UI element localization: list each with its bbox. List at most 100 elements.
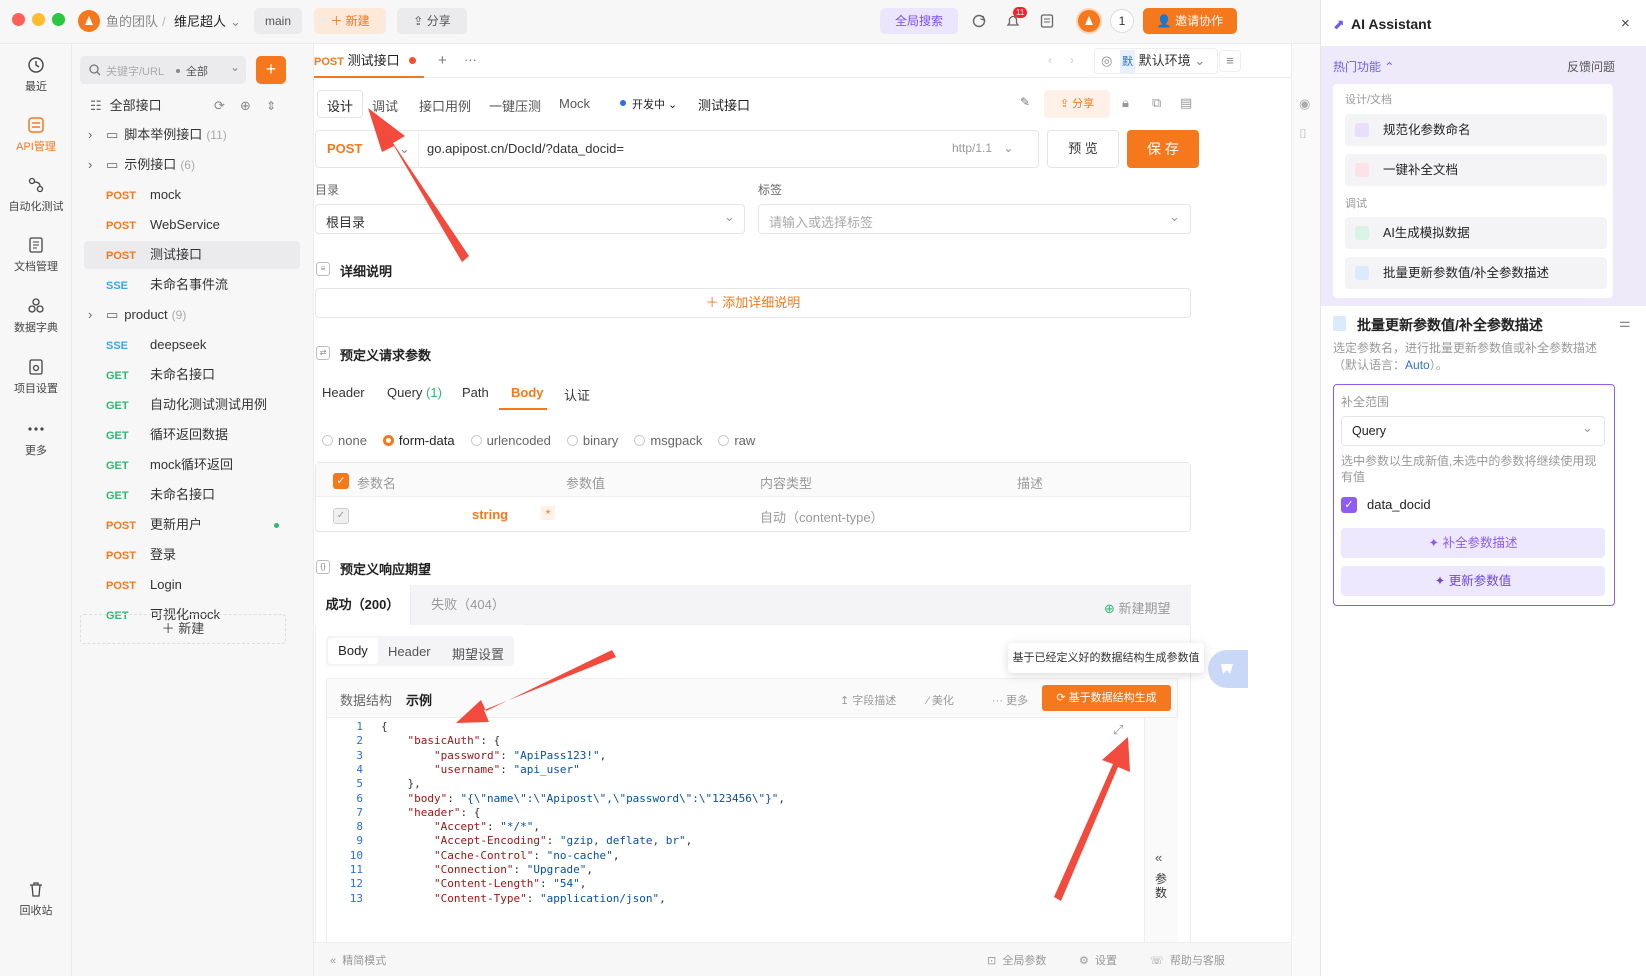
body-type-form-data[interactable]: form-data xyxy=(382,433,455,448)
env-selector[interactable]: ◎ 默 默认环境 ⌄ xyxy=(1094,48,1218,74)
nav-docs[interactable]: 文档管理 xyxy=(0,236,72,274)
row-checkbox[interactable]: ✓ xyxy=(333,508,349,524)
update-values-button[interactable]: ✦ 更新参数值 xyxy=(1341,566,1605,596)
param-tab-2[interactable]: Path xyxy=(462,385,489,400)
tab-prev-icon[interactable]: ‹ xyxy=(1048,53,1052,67)
tab-next-icon[interactable]: › xyxy=(1070,53,1074,67)
status-select[interactable]: 开发中 ⌄ xyxy=(632,96,677,112)
param-tab-3[interactable]: Body xyxy=(511,385,544,400)
subtab-3[interactable]: 一键压测 xyxy=(489,96,541,115)
tags-select[interactable]: 请输入或选择标签 ⌄ xyxy=(758,204,1191,234)
close-icon[interactable]: × xyxy=(1621,15,1630,32)
tab-fail-404[interactable]: 失败（404） xyxy=(411,585,525,625)
doc-tab-active[interactable]: POST 测试接口 xyxy=(314,44,424,78)
sliders-icon[interactable]: ⚌ xyxy=(1619,315,1631,331)
user-count-badge[interactable]: 1 xyxy=(1110,9,1134,33)
help-button[interactable]: ☏ 帮助与客服 xyxy=(1150,952,1225,968)
ai-item-complete-docs[interactable]: 一键补全文档 xyxy=(1345,154,1607,186)
search-input[interactable]: 关键字/URL 全部 ⌄ xyxy=(80,56,246,84)
resp-subtab-header[interactable]: Header xyxy=(388,644,431,659)
required-marker[interactable]: * xyxy=(541,506,555,521)
method-select[interactable]: POST ⌄ xyxy=(315,130,419,168)
avatar[interactable] xyxy=(1076,8,1102,34)
simple-mode-button[interactable]: « 精简模式 xyxy=(330,952,386,968)
save-button[interactable]: 保 存 xyxy=(1127,130,1199,168)
row-type[interactable]: string xyxy=(472,507,508,522)
tree-folder[interactable]: › ▭ product (9) xyxy=(84,301,300,329)
tree-api-item[interactable]: POST 测试接口 xyxy=(84,241,300,269)
settings-button[interactable]: ⚙ 设置 xyxy=(1079,952,1117,968)
share-button[interactable]: ⇪ 分享 xyxy=(397,8,467,34)
param-checkbox[interactable]: ✓ xyxy=(1341,497,1357,513)
url-input[interactable]: go.apipost.cn/DocId/?data_docid= xyxy=(427,141,624,156)
tree-api-item[interactable]: GET mock循环返回 xyxy=(84,451,300,479)
ai-item-normalize-names[interactable]: 规范化参数命名 xyxy=(1345,114,1607,146)
body-type-binary[interactable]: binary xyxy=(566,433,618,448)
tree-api-item[interactable]: GET 自动化测试测试用例 xyxy=(84,391,300,419)
body-type-urlencoded[interactable]: urlencoded xyxy=(470,433,551,448)
nav-project-settings[interactable]: 项目设置 xyxy=(0,358,72,396)
global-params-button[interactable]: ⊡ 全局参数 xyxy=(987,952,1046,968)
archive-icon[interactable]: ▤ xyxy=(1180,95,1192,111)
add-detail-button[interactable]: ＋ 添加详细说明 xyxy=(315,288,1191,318)
subtab-0[interactable]: 设计 xyxy=(327,96,353,115)
tree-root[interactable]: ☷ 全部接口 ⟳ ⊕ ⇕ xyxy=(84,92,300,120)
resp-subtab-settings[interactable]: 期望设置 xyxy=(452,644,504,663)
tree-api-item[interactable]: SSE 未命名事件流 xyxy=(84,271,300,299)
tree-api-item[interactable]: POST WebService xyxy=(84,211,300,239)
doc-icon[interactable] xyxy=(1038,12,1056,30)
locate-icon[interactable]: ⊕ xyxy=(240,92,251,120)
subtab-2[interactable]: 接口用例 xyxy=(419,96,471,115)
select-all-checkbox[interactable]: ✓ xyxy=(333,473,349,489)
tree-folder[interactable]: › ▭ 示例接口 (6) xyxy=(84,151,300,179)
lock-icon[interactable]: 🔒︎ xyxy=(1122,95,1129,111)
view-example[interactable]: 示例 xyxy=(406,690,432,709)
new-button[interactable]: ＋ 新建 xyxy=(314,8,386,34)
scope-select[interactable]: Query ⌄ xyxy=(1341,416,1605,446)
dir-select[interactable]: 根目录 ⌄ xyxy=(315,204,745,234)
expand-collapse-icon[interactable]: ⇕ xyxy=(266,92,276,120)
tab-success-200[interactable]: 成功（200） xyxy=(315,585,411,625)
nav-dictionary[interactable]: 数据字典 xyxy=(0,297,72,335)
code-editor[interactable]: 1 {2 "basicAuth": {3 "password": "ApiPass… xyxy=(326,718,1178,976)
hot-features-toggle[interactable]: 热门功能 ⌃ xyxy=(1333,58,1394,75)
minimize-window-button[interactable] xyxy=(32,13,45,26)
feedback-link[interactable]: 反馈问题 xyxy=(1567,58,1615,75)
generate-from-structure-button[interactable]: ⟳ 基于数据结构生成 xyxy=(1042,685,1171,711)
share-doc-button[interactable]: ⇪ 分享 xyxy=(1044,90,1110,118)
nav-api-management[interactable]: API管理 xyxy=(0,116,72,154)
tree-api-item[interactable]: POST mock xyxy=(84,181,300,209)
ai-float-button[interactable] xyxy=(1208,650,1248,688)
invite-button[interactable]: 👤 邀请协作 xyxy=(1143,8,1237,34)
protocol-select[interactable]: http/1.1 ⌄ xyxy=(952,141,1013,155)
api-name-input[interactable]: 测试接口 xyxy=(698,95,750,114)
param-tab-0[interactable]: Header xyxy=(322,385,365,400)
global-search-button[interactable]: 全局搜索 xyxy=(880,8,958,34)
tab-more-icon[interactable]: ··· xyxy=(464,52,477,67)
tree-api-item[interactable]: POST 登录 xyxy=(84,541,300,569)
nav-recycle-bin[interactable]: 回收站 xyxy=(0,880,72,918)
add-tab-icon[interactable]: + xyxy=(438,52,447,69)
ai-item-mock-data[interactable]: AI生成模拟数据 xyxy=(1345,217,1607,249)
complete-desc-button[interactable]: ✦ 补全参数描述 xyxy=(1341,528,1605,558)
body-type-msgpack[interactable]: msgpack xyxy=(634,433,702,448)
project-name[interactable]: 维尼超人 xyxy=(174,14,226,30)
copy-icon[interactable]: ⧉ xyxy=(1152,95,1161,111)
resp-subtab-body[interactable]: Body xyxy=(328,638,378,664)
beautify-button[interactable]: ⁄ 美化 xyxy=(927,692,954,708)
view-structure[interactable]: 数据结构 xyxy=(340,690,392,709)
tree-api-item[interactable]: POST Login xyxy=(84,571,300,599)
close-window-button[interactable] xyxy=(12,13,25,26)
preview-button[interactable]: 预 览 xyxy=(1047,130,1119,168)
nav-recent[interactable]: 最近 xyxy=(0,56,72,94)
maximize-window-button[interactable] xyxy=(52,13,65,26)
refresh-icon[interactable]: ⟳ xyxy=(214,92,225,120)
tree-api-item[interactable]: GET 未命名接口 xyxy=(84,481,300,509)
fullscreen-icon[interactable]: ⤢ xyxy=(1113,722,1123,738)
chevron-down-icon[interactable]: ⌄ xyxy=(230,14,241,30)
tree-api-item[interactable]: SSE deepseek xyxy=(84,331,300,359)
tree-api-item[interactable]: POST 更新用户 xyxy=(84,511,300,539)
ai-item-batch-update[interactable]: 批量更新参数值/补全参数描述 xyxy=(1345,257,1607,289)
more-button[interactable]: ··· 更多 xyxy=(992,692,1028,708)
nav-more[interactable]: 更多 xyxy=(0,420,72,458)
